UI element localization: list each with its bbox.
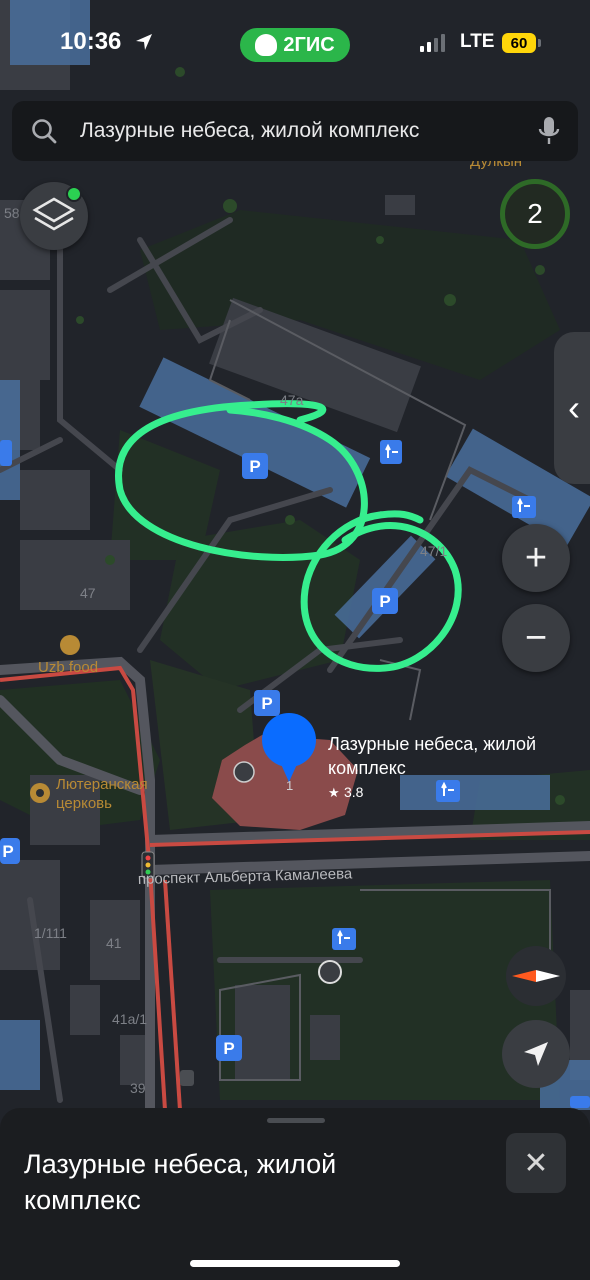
- house-number: 58: [4, 205, 20, 221]
- home-indicator: [190, 1260, 400, 1267]
- sheet-handle[interactable]: [267, 1118, 325, 1123]
- house-number: 1/111: [34, 925, 67, 941]
- selected-place-label: комплекс: [328, 758, 406, 778]
- parking-label: P: [249, 457, 260, 476]
- parking-label: P: [2, 842, 13, 861]
- place-title: Лазурные небеса, жилой комплекс: [24, 1149, 337, 1215]
- close-button[interactable]: ✕: [506, 1133, 566, 1193]
- compass-button[interactable]: [506, 946, 566, 1006]
- navigation-arrow-icon: [524, 1042, 548, 1066]
- layers-indicator-dot: [66, 186, 82, 202]
- rating-star-icon: ★: [328, 785, 340, 800]
- place-label-uzb-food: Uzb food: [38, 659, 98, 676]
- search-input[interactable]: Лазурные небеса, жилой комплекс: [80, 119, 419, 143]
- house-number: 39: [130, 1080, 146, 1096]
- microphone-icon[interactable]: [538, 115, 560, 147]
- status-bar: 10:36 2ГИС LTE 60: [0, 0, 590, 90]
- barber-icon: [233, 761, 255, 783]
- battery-level: 60: [510, 34, 528, 52]
- selected-place-label: Лазурные небеса, жилой: [328, 734, 536, 754]
- side-panel-tab[interactable]: ‹: [554, 332, 590, 484]
- signal-icon: [420, 34, 445, 52]
- battery-icon: 60: [502, 33, 541, 53]
- brand-name: 2ГИС: [283, 33, 335, 56]
- duck-logo-icon: [255, 34, 278, 56]
- brand-badge: 2ГИС: [240, 28, 350, 62]
- bus-stop-icon: [180, 1070, 194, 1086]
- network-type: LTE: [460, 31, 495, 52]
- house-number: 47а: [280, 392, 304, 408]
- place-label-church: Лютеранская: [56, 776, 148, 793]
- house-number: 47/1: [420, 543, 447, 559]
- parking-label: P: [379, 592, 390, 611]
- rating-value: 3.8: [344, 784, 364, 800]
- house-number: 41а/1: [112, 1011, 147, 1027]
- location-arrow-icon: [136, 34, 152, 50]
- restaurant-icon: [60, 635, 80, 655]
- my-location-button[interactable]: [502, 1020, 570, 1088]
- place-label-church: церковь: [56, 795, 112, 812]
- zoom-out-button[interactable]: −: [502, 604, 570, 672]
- layers-button[interactable]: [20, 182, 88, 250]
- clock: 10:36: [60, 28, 122, 55]
- parking-label: P: [261, 694, 272, 713]
- pet-icon: [318, 960, 342, 984]
- parking-label: P: [223, 1039, 234, 1058]
- place-card[interactable]: Лазурные небеса, жилой комплекс ✕: [0, 1108, 590, 1280]
- traffic-score-badge[interactable]: 2: [500, 179, 570, 249]
- compass-icon: [512, 970, 560, 982]
- zoom-in-button[interactable]: +: [502, 524, 570, 592]
- house-number: 47: [80, 585, 96, 601]
- search-bar[interactable]: Лазурные небеса, жилой комплекс: [12, 101, 578, 161]
- house-number: 41: [106, 935, 122, 951]
- search-icon: [32, 119, 57, 144]
